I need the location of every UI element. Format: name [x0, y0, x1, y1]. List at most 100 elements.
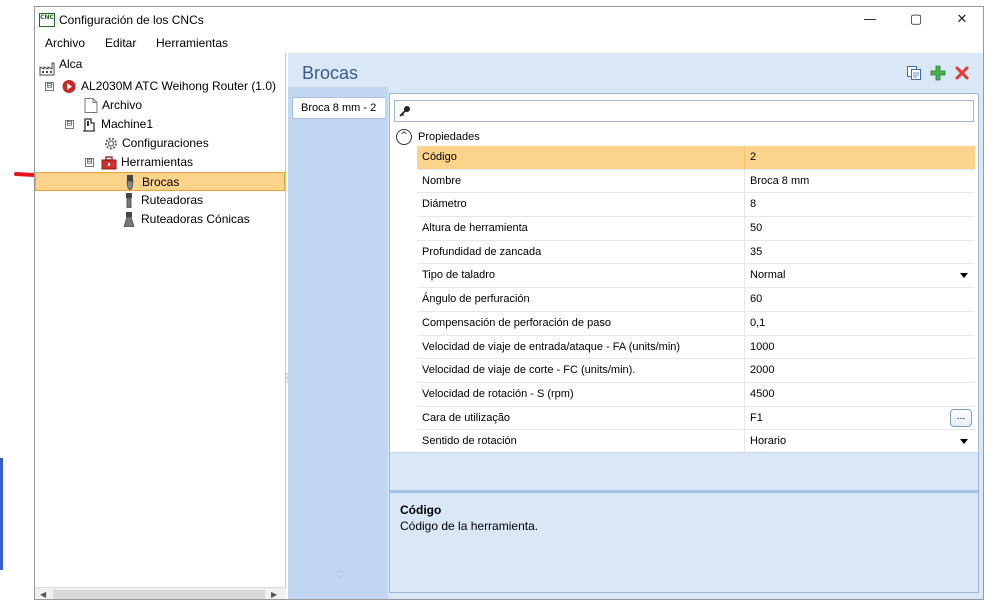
property-grid-empty-area — [390, 452, 978, 490]
menu-herramientas[interactable]: Herramientas — [156, 36, 228, 50]
app-cnc-icon: CNC — [39, 13, 55, 27]
collapse-icon[interactable]: ⊟ — [85, 158, 94, 167]
property-value[interactable]: Broca 8 mm — [746, 170, 974, 193]
tool-tabs: Broca 8 mm - 2 ︿ ﹀ — [288, 87, 388, 599]
tree-item-archivo[interactable]: Archivo — [83, 96, 273, 115]
property-value[interactable]: 8 — [746, 193, 974, 216]
delete-icon[interactable] — [954, 65, 970, 81]
property-row-cara-utilizacao[interactable]: Cara de utilização F1 ... — [417, 406, 975, 431]
property-name: Sentido de rotación — [417, 430, 745, 453]
property-name: Velocidad de viaje de entrada/ataque - F… — [417, 335, 745, 359]
property-row-velocidad-entrada[interactable]: Velocidad de viaje de entrada/ataque - F… — [417, 335, 975, 360]
conical-router-icon — [123, 212, 135, 227]
property-row-compensacion[interactable]: Compensación de perforación de paso 0,1 — [417, 311, 975, 336]
property-value[interactable]: F1 ... — [746, 407, 974, 430]
property-row-profundidad[interactable]: Profundidad de zancada 35 — [417, 240, 975, 265]
menu-archivo[interactable]: Archivo — [45, 36, 85, 50]
menu-bar: Archivo Editar Herramientas — [35, 33, 983, 53]
collapse-category-icon[interactable]: ^ — [396, 129, 412, 145]
collapse-icon[interactable]: ⊟ — [45, 82, 54, 91]
tree-item-herramientas[interactable]: ⊟ Herramientas — [85, 153, 275, 172]
property-value[interactable]: 50 — [746, 217, 974, 240]
tree-item-ruteadoras[interactable]: Ruteadoras — [121, 191, 271, 210]
property-value[interactable]: 2 — [746, 146, 974, 169]
property-grid-frame: ^ Propiedades Código 2 Nombre Broca 8 mm… — [389, 93, 979, 593]
background-window-edge — [0, 458, 3, 570]
property-value[interactable]: 2000 — [746, 359, 974, 382]
gear-icon — [105, 137, 117, 150]
tree-horizontal-scrollbar[interactable]: ◀ ▶ — [35, 587, 286, 599]
machine-icon — [83, 118, 95, 132]
tree-item-machine1[interactable]: ⊟ Machine1 — [65, 115, 265, 134]
category-propiedades[interactable]: ^ Propiedades — [390, 128, 978, 146]
dropdown-arrow-icon[interactable] — [960, 273, 968, 279]
property-row-velocidad-corte[interactable]: Velocidad de viaje de corte - FC (units/… — [417, 359, 975, 383]
drill-bit-icon — [126, 175, 134, 190]
minimize-button[interactable]: — — [847, 7, 893, 33]
tree-item-label: Brocas — [142, 175, 180, 189]
property-search — [394, 100, 974, 122]
tree-item-label: Ruteadoras Cónicas — [141, 212, 250, 226]
property-value[interactable]: 60 — [746, 288, 974, 311]
property-name: Velocidad de viaje de corte - FC (units/… — [417, 359, 745, 382]
machine-brand-icon — [62, 80, 76, 93]
tree-item-brocas[interactable]: Brocas — [35, 172, 285, 191]
title-bar: CNC Configuración de los CNCs — ▢ ✕ — [35, 7, 983, 33]
tree-item-label: Machine1 — [101, 117, 154, 131]
property-value[interactable]: 35 — [746, 241, 974, 264]
section-title: Brocas — [302, 63, 359, 83]
property-row-diametro[interactable]: Diámetro 8 — [417, 193, 975, 218]
scrollbar-thumb[interactable] — [53, 590, 265, 599]
property-search-input[interactable] — [415, 102, 965, 120]
property-value[interactable]: 0,1 — [746, 312, 974, 335]
toolbox-icon — [101, 156, 117, 170]
property-value[interactable]: Horario — [746, 430, 974, 453]
ellipsis-button[interactable]: ... — [950, 408, 972, 427]
property-value[interactable]: Normal — [746, 264, 974, 287]
property-name: Nombre — [417, 169, 745, 193]
property-name: Tipo de taladro — [417, 264, 745, 288]
tree-item-label: Alca — [59, 57, 83, 71]
tree-item-ruteadoras-conicas[interactable]: Ruteadoras Cónicas — [121, 210, 271, 229]
scroll-left-icon[interactable]: ◀ — [40, 590, 46, 599]
tree-item-label: Ruteadoras — [141, 193, 204, 207]
help-description: Código de la herramienta. — [400, 519, 539, 533]
add-icon[interactable] — [930, 65, 946, 81]
property-help-panel: Código Código de la herramienta. — [390, 490, 978, 592]
property-name: Ángulo de perfuración — [417, 288, 745, 311]
factory-icon — [39, 62, 55, 76]
tool-detail-panel: Brocas Broca 8 mm - 2 ︿ ﹀ ^ Propiedades … — [288, 53, 983, 599]
property-name: Cara de utilização — [417, 406, 745, 430]
property-row-angulo[interactable]: Ángulo de perfuración 60 — [417, 288, 975, 312]
tree-item-machine-model[interactable]: ⊟ AL2030M ATC Weihong Router (1.0) — [45, 77, 285, 96]
property-row-velocidad-rotacion[interactable]: Velocidad de rotación - S (rpm) 4500 — [417, 382, 975, 407]
property-row-sentido-rotacion[interactable]: Sentido de rotación Horario — [417, 430, 975, 454]
copy-icon[interactable] — [906, 65, 922, 81]
property-value[interactable]: 4500 — [746, 383, 974, 406]
tree-item-configuraciones[interactable]: Configuraciones — [103, 134, 273, 153]
property-name: Compensación de perforación de paso — [417, 311, 745, 335]
property-name: Código — [417, 146, 745, 169]
tab-broca-8mm[interactable]: Broca 8 mm - 2 — [292, 97, 385, 119]
help-title: Código — [400, 503, 442, 517]
property-value-text: Normal — [750, 269, 786, 282]
property-row-codigo[interactable]: Código 2 — [417, 146, 975, 170]
collapse-icon[interactable]: ⊟ — [65, 120, 74, 129]
property-value[interactable]: 1000 — [746, 336, 974, 359]
machine-tree: Alca ⊟ AL2030M ATC Weihong Router (1.0) … — [35, 53, 286, 599]
tree-item-label: Configuraciones — [122, 136, 209, 150]
tabs-scroll-arrows-icon[interactable]: ︿ ﹀ — [336, 565, 344, 585]
property-row-tipo-taladro[interactable]: Tipo de taladro Normal — [417, 264, 975, 289]
property-name: Diámetro — [417, 193, 745, 217]
scroll-right-icon[interactable]: ▶ — [271, 590, 277, 599]
tree-item-label: Archivo — [102, 98, 143, 112]
tree-item-alca[interactable]: Alca — [39, 57, 279, 78]
menu-editar[interactable]: Editar — [105, 36, 136, 50]
file-icon — [84, 98, 98, 113]
dropdown-arrow-icon[interactable] — [960, 439, 968, 445]
maximize-button[interactable]: ▢ — [893, 7, 939, 33]
property-row-nombre[interactable]: Nombre Broca 8 mm — [417, 169, 975, 194]
close-button[interactable]: ✕ — [939, 7, 983, 33]
property-row-altura[interactable]: Altura de herramienta 50 — [417, 217, 975, 241]
property-name: Altura de herramienta — [417, 217, 745, 240]
